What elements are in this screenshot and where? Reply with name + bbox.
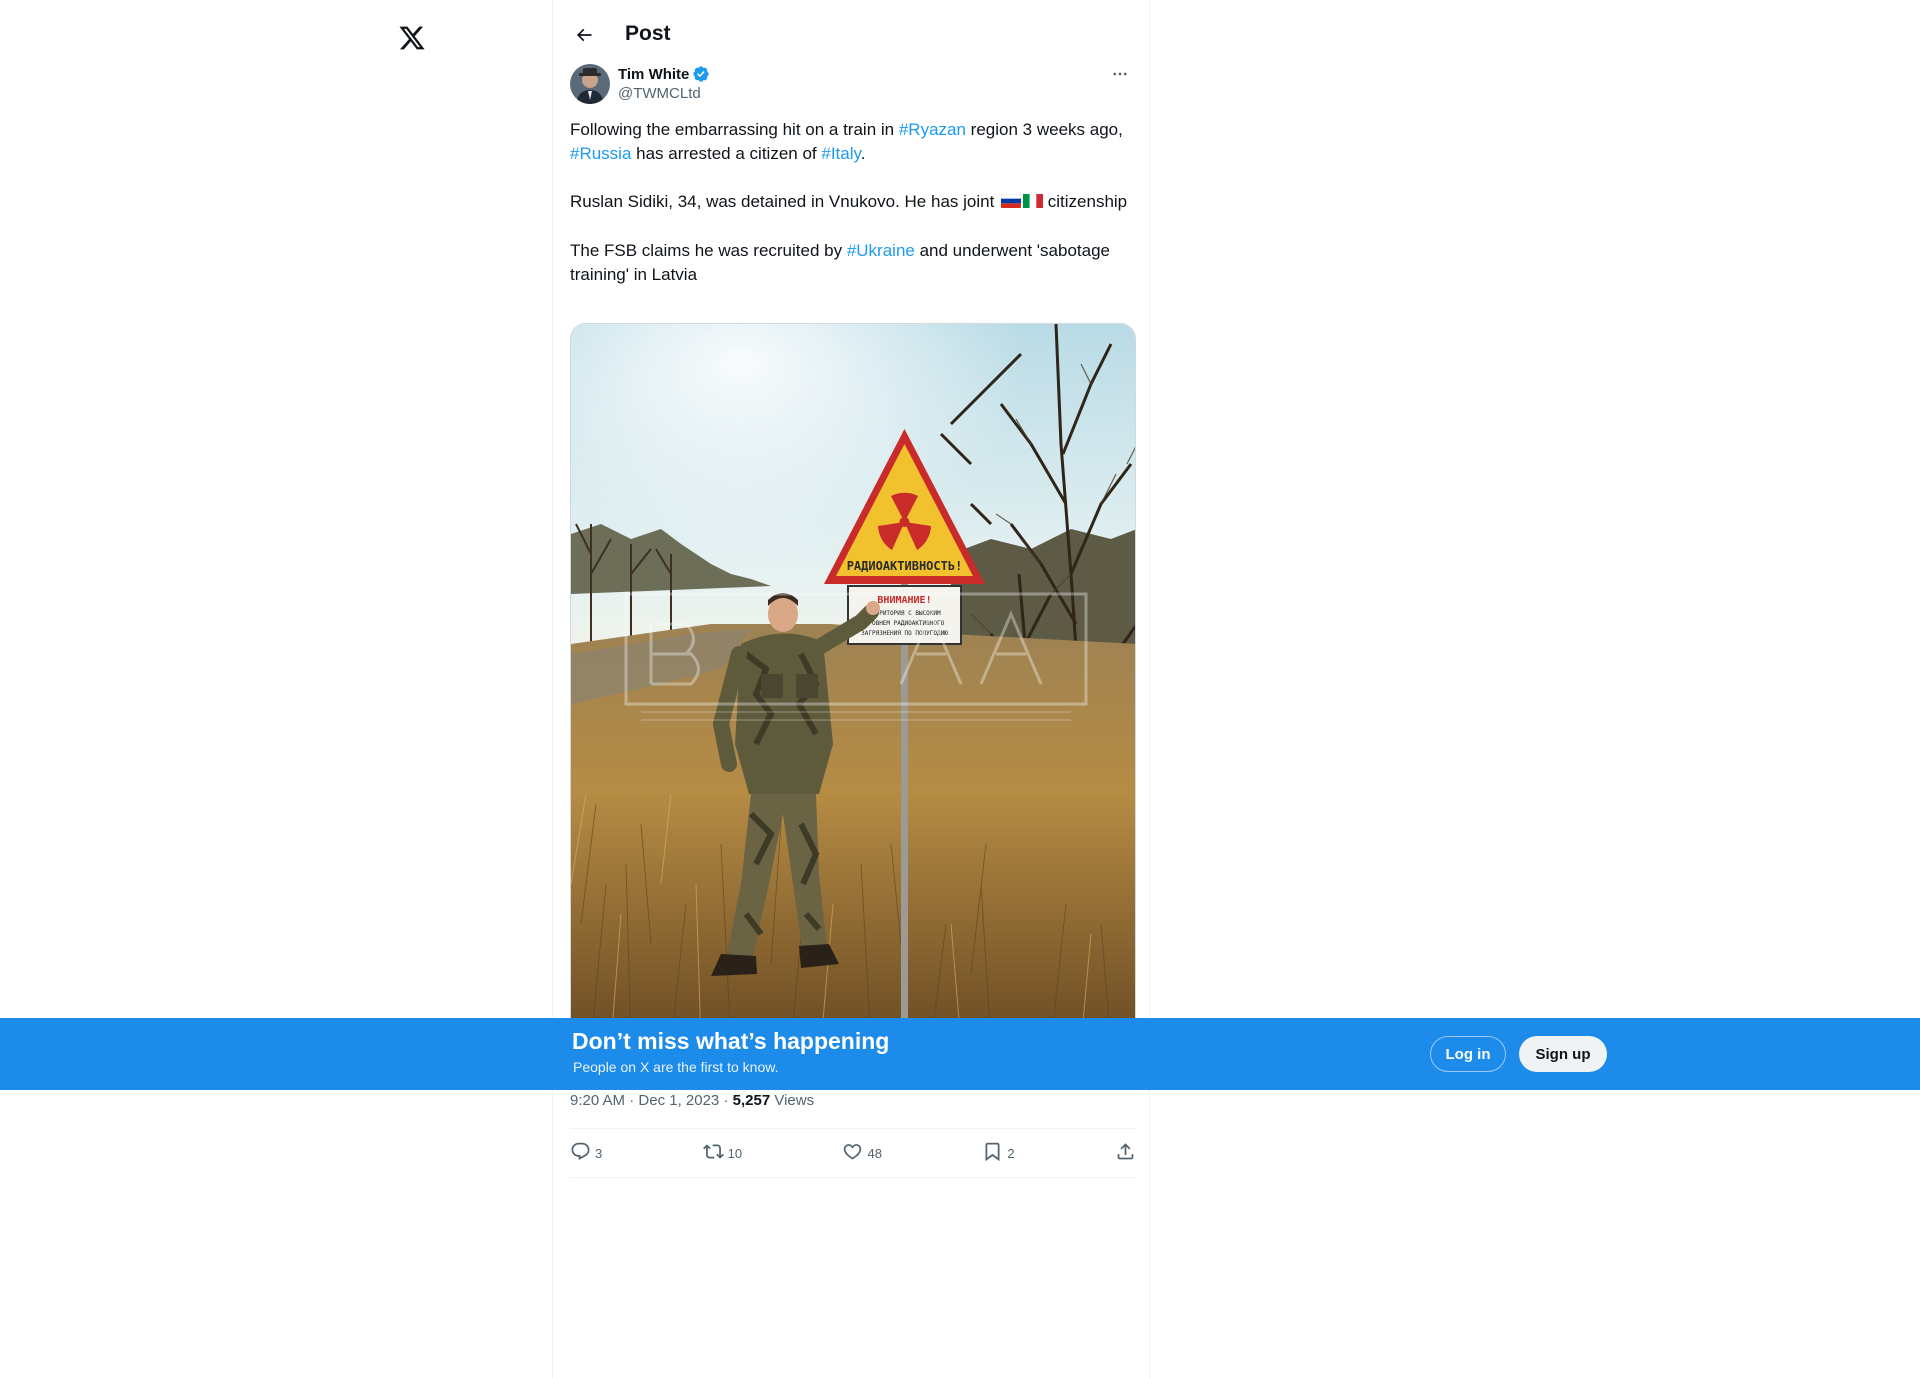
tweet-actions: 3 10 48 2 bbox=[570, 1128, 1136, 1178]
tweet-paragraph: Following the embarrassing hit on a trai… bbox=[570, 118, 1136, 166]
share-button[interactable] bbox=[1115, 1141, 1136, 1165]
author-name-row: Tim White bbox=[618, 65, 710, 83]
sign-main-text: РАДИОАКТИВНОСТЬ! bbox=[847, 559, 963, 573]
hashtag-link[interactable]: #Italy bbox=[821, 144, 860, 163]
text-segment: Following the embarrassing hit on a trai… bbox=[570, 120, 899, 139]
repost-button[interactable]: 10 bbox=[702, 1141, 743, 1165]
tweet-meta: 9:20 AM · Dec 1, 2023 · 5,257 Views bbox=[570, 1092, 814, 1109]
divider bbox=[570, 1177, 1136, 1178]
signup-banner: Don’t miss what’s happening People on X … bbox=[0, 1018, 1920, 1090]
meta-separator: · bbox=[719, 1092, 733, 1109]
text-segment: . bbox=[860, 144, 866, 163]
tweet-photo[interactable]: РАДИОАКТИВНОСТЬ! ВНИМАНИЕ! ТЕРРИТОРИЯ С … bbox=[570, 323, 1136, 1043]
banner-title: Don’t miss what’s happening bbox=[572, 1028, 890, 1054]
text-segment: has arrested a citizen of bbox=[631, 144, 822, 163]
reply-count: 3 bbox=[595, 1145, 603, 1161]
sign-up-button[interactable]: Sign up bbox=[1519, 1036, 1607, 1072]
italy-flag-icon bbox=[1023, 191, 1044, 215]
repost-count: 10 bbox=[727, 1145, 743, 1161]
text-segment: The FSB claims he was recruited by bbox=[570, 240, 847, 260]
log-in-button[interactable]: Log in bbox=[1430, 1036, 1506, 1072]
bookmark-count: 2 bbox=[1007, 1145, 1015, 1161]
page-header: Post bbox=[553, 0, 1149, 70]
text-segment: Ruslan Sidiki, 34, was detained in Vnuko… bbox=[570, 192, 1000, 211]
tweet-author: Tim White @TWMCLtd bbox=[570, 64, 1134, 106]
more-horizontal-icon bbox=[1111, 65, 1129, 88]
x-logo-icon[interactable] bbox=[398, 24, 426, 52]
author-handle[interactable]: @TWMCLtd bbox=[618, 85, 701, 102]
views-count: 5,257 bbox=[732, 1092, 771, 1109]
arrow-left-icon bbox=[574, 25, 594, 50]
sign-warning-text: ВНИМАНИЕ! bbox=[877, 595, 931, 606]
tweet-text: Following the embarrassing hit on a trai… bbox=[570, 118, 1136, 311]
author-name[interactable]: Tim White bbox=[618, 66, 689, 83]
tweet-paragraph: Ruslan Sidiki, 34, was detained in Vnuko… bbox=[570, 190, 1136, 215]
primary-column: Post Tim White @TWMCLtd Following the em… bbox=[552, 0, 1150, 1378]
photo-illustration: РАДИОАКТИВНОСТЬ! ВНИМАНИЕ! ТЕРРИТОРИЯ С … bbox=[571, 324, 1135, 1042]
hashtag-link[interactable]: #Ryazan bbox=[899, 120, 966, 139]
verified-badge-icon bbox=[692, 65, 710, 83]
tweet-date[interactable]: Dec 1, 2023 bbox=[638, 1092, 719, 1109]
text-segment: citizenship bbox=[1043, 192, 1128, 211]
reply-icon bbox=[570, 1141, 591, 1165]
heart-icon bbox=[842, 1141, 863, 1165]
bookmark-button[interactable]: 2 bbox=[982, 1141, 1015, 1165]
banner-subtitle: People on X are the first to know. bbox=[573, 1059, 779, 1075]
hashtag-link[interactable]: #Russia bbox=[570, 144, 631, 163]
bookmark-icon bbox=[982, 1141, 1003, 1165]
like-button[interactable]: 48 bbox=[842, 1141, 882, 1165]
more-options-button[interactable] bbox=[1106, 66, 1134, 86]
russia-flag-icon bbox=[1000, 191, 1022, 215]
sign-line-3: ЗАГРЯЗНЕНИЯ ПО ПОЛУГОДИЮ bbox=[861, 630, 948, 637]
page-title: Post bbox=[625, 22, 671, 45]
tweet-time[interactable]: 9:20 AM bbox=[570, 1092, 625, 1109]
text-segment: region 3 weeks ago, bbox=[965, 120, 1123, 139]
tweet-paragraph: The FSB claims he was recruited by #Ukra… bbox=[570, 239, 1136, 287]
meta-separator: · bbox=[625, 1092, 639, 1109]
share-icon bbox=[1115, 1141, 1136, 1165]
hashtag-link[interactable]: #Ukraine bbox=[847, 241, 915, 260]
views-label: Views bbox=[770, 1092, 815, 1109]
like-count: 48 bbox=[867, 1145, 882, 1161]
reply-button[interactable]: 3 bbox=[570, 1141, 602, 1165]
repost-icon bbox=[702, 1141, 724, 1165]
avatar[interactable] bbox=[570, 64, 610, 104]
back-button[interactable] bbox=[567, 20, 601, 54]
